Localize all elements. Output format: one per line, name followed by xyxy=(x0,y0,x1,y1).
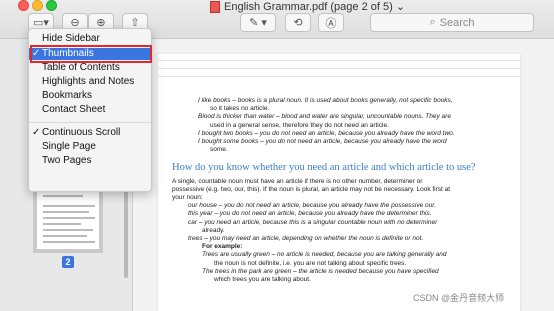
text-line: I bought two books – you do not need an … xyxy=(198,129,455,137)
text-line: already. xyxy=(202,226,225,234)
watermark: CSDN @金丹音频大师 xyxy=(413,293,505,303)
text-line: which trees you are talking about. xyxy=(214,276,311,284)
text-line: car – you need an article, because this … xyxy=(188,218,438,226)
page-number-badge: 2 xyxy=(62,256,74,268)
search-field[interactable]: ⌕ Search xyxy=(370,13,534,32)
text-line: this year – you do not need an article, … xyxy=(188,210,432,218)
text-line: your noun: xyxy=(172,194,203,202)
pdf-document-icon xyxy=(210,1,220,14)
close-window-icon[interactable] xyxy=(18,0,29,11)
pen-icon: ✎ ▾ xyxy=(249,17,267,29)
text-line: trees – you may need an article, dependi… xyxy=(188,235,424,243)
text-line: so it takes no article. xyxy=(210,105,270,113)
menu-item-contact-sheet[interactable]: Contact Sheet xyxy=(29,104,151,116)
annotate-button[interactable]: Ⓐ xyxy=(318,13,344,32)
rotate-button[interactable]: ⟲ xyxy=(285,13,311,32)
menu-separator xyxy=(29,122,151,123)
text-line: A single, countable noun must have an ar… xyxy=(172,177,423,185)
text-line: For example: xyxy=(202,243,243,251)
menu-item-single-page[interactable]: Single Page xyxy=(29,141,151,153)
markup-button[interactable]: ✎ ▾ xyxy=(240,13,276,32)
window-title: English Grammar.pdf (page 2 of 5) ⌄ xyxy=(210,0,405,14)
menu-item-two-pages[interactable]: Two Pages xyxy=(29,155,151,167)
text-line: our house – you do not need an article, … xyxy=(188,202,437,210)
text-line: I bought some books – you do not need an… xyxy=(198,138,447,146)
text-line: Trees are usually green – no article is … xyxy=(202,251,447,259)
text-line: possessive (e.g. two, our, this). If the… xyxy=(172,185,451,193)
text-line: The trees in the park are green – the ar… xyxy=(202,267,439,275)
menu-item-continuous-scroll[interactable]: ✓ Continuous Scroll xyxy=(29,127,151,139)
chevron-down-icon[interactable]: ⌄ xyxy=(396,1,405,13)
menu-item-table-of-contents[interactable]: Table of Contents xyxy=(29,62,151,74)
page-text: I like books – books is a plural noun. I… xyxy=(172,97,502,284)
minimize-window-icon[interactable] xyxy=(32,0,43,11)
rotate-icon: ⟲ xyxy=(293,17,303,29)
check-icon: ✓ xyxy=(32,127,41,138)
text-line: Blood is thicker than water – blood and … xyxy=(198,113,451,121)
zoom-window-icon[interactable] xyxy=(46,0,57,11)
search-placeholder: Search xyxy=(439,16,475,29)
annotate-icon: Ⓐ xyxy=(325,17,337,30)
menu-item-highlights-and-notes[interactable]: Highlights and Notes xyxy=(29,76,151,88)
text-line: the noun is not definite, i.e. you are n… xyxy=(214,259,407,267)
search-icon: ⌕ xyxy=(429,16,436,28)
text-line: used in a general sense, therefore they … xyxy=(210,121,389,129)
text-line: some. xyxy=(210,146,228,154)
section-heading: How do you know whether you need an arti… xyxy=(172,162,476,174)
text-line: I like books – books is a plural noun. I… xyxy=(198,97,453,104)
menu-item-bookmarks[interactable]: Bookmarks xyxy=(29,90,151,102)
annotation-highlight-box xyxy=(30,45,152,63)
menu-item-hide-sidebar[interactable]: Hide Sidebar xyxy=(29,33,151,45)
